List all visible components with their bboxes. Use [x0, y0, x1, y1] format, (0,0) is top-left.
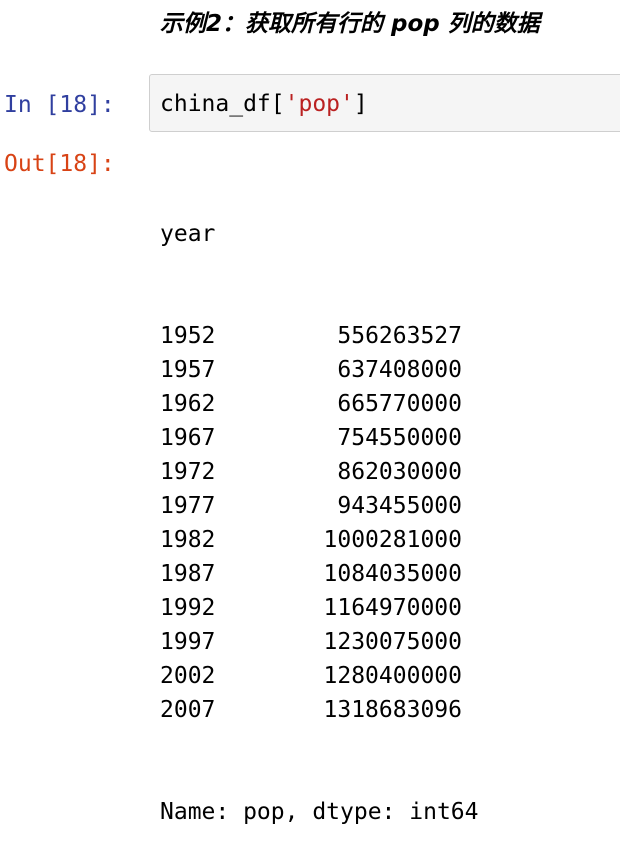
row-value: 754550000 — [337, 425, 462, 451]
row-year: 1977 — [160, 493, 216, 519]
row-value: 1084035000 — [323, 561, 462, 587]
series-row: 1967 754550000 — [160, 421, 479, 455]
row-year: 1952 — [160, 323, 216, 349]
code-input-cell[interactable]: china_df['pop'] — [149, 74, 620, 132]
row-value: 943455000 — [337, 493, 462, 519]
code-prefix: china_df[ — [160, 91, 285, 117]
row-value: 1280400000 — [323, 663, 462, 689]
row-value: 556263527 — [337, 323, 462, 349]
series-footer: Name: pop, dtype: int64 — [160, 799, 479, 825]
row-year: 2007 — [160, 697, 216, 723]
row-year: 1997 — [160, 629, 216, 655]
row-value: 1000281000 — [323, 527, 462, 553]
row-value: 1318683096 — [323, 697, 462, 723]
series-row: 1987 1084035000 — [160, 557, 479, 591]
row-year: 1972 — [160, 459, 216, 485]
series-row: 1992 1164970000 — [160, 591, 479, 625]
row-value: 637408000 — [337, 357, 462, 383]
output-prompt: Out[18]: — [4, 151, 115, 177]
row-value: 862030000 — [337, 459, 462, 485]
row-value: 1164970000 — [323, 595, 462, 621]
output-area: year 1952 556263527 1957 637408000 1962 66577… — [160, 149, 479, 863]
code-string-literal: 'pop' — [284, 91, 354, 117]
row-year: 1982 — [160, 527, 216, 553]
row-year: 1962 — [160, 391, 216, 417]
series-row: 2002 1280400000 — [160, 659, 479, 693]
series-row: 1952 556263527 — [160, 319, 479, 353]
series-row: 1972 862030000 — [160, 455, 479, 489]
series-row: 1957 637408000 — [160, 353, 479, 387]
row-value: 665770000 — [337, 391, 462, 417]
series-row: 1962 665770000 — [160, 387, 479, 421]
section-heading: 示例2：获取所有行的 pop 列的数据 — [160, 11, 540, 37]
row-year: 1992 — [160, 595, 216, 621]
series-rows: 1952 556263527 1957 637408000 1962 665770000 1… — [160, 319, 479, 727]
index-name: year — [160, 221, 216, 247]
row-year: 1957 — [160, 357, 216, 383]
series-row: 1982 1000281000 — [160, 523, 479, 557]
series-row: 2007 1318683096 — [160, 693, 479, 727]
series-row: 1997 1230075000 — [160, 625, 479, 659]
row-year: 2002 — [160, 663, 216, 689]
series-row: 1977 943455000 — [160, 489, 479, 523]
code-line: china_df['pop'] — [160, 89, 368, 119]
row-year: 1987 — [160, 561, 216, 587]
row-year: 1967 — [160, 425, 216, 451]
row-value: 1230075000 — [323, 629, 462, 655]
code-suffix: ] — [353, 91, 368, 117]
input-prompt: In [18]: — [4, 92, 115, 118]
